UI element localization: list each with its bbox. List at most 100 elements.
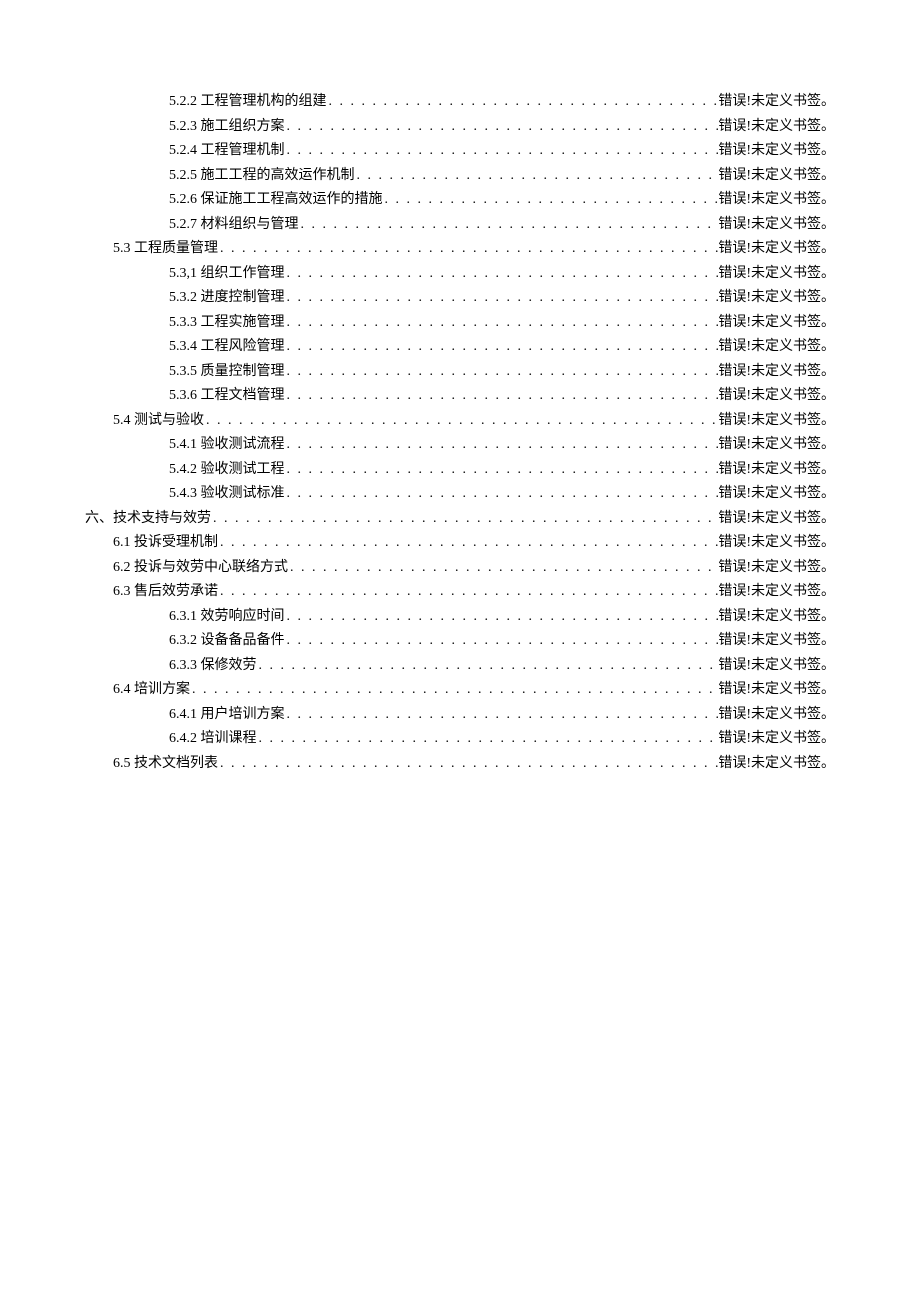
toc-entry-title: 6.2 投诉与效劳中心联络方式: [113, 556, 288, 581]
toc-entry: 6.4.1 用户培训方案 错误!未定义书签。: [85, 703, 835, 728]
toc-entry-title: 5.3.5 质量控制管理: [169, 360, 285, 385]
toc-entry-page: 错误!未定义书签。: [718, 139, 835, 164]
toc-entry: 5.4.2 验收测试工程 错误!未定义书签。: [85, 458, 835, 483]
toc-entry-page: 错误!未定义书签。: [718, 311, 835, 336]
toc-entry-title: 5.4.1 验收测试流程: [169, 433, 285, 458]
toc-leader-dots: [211, 507, 718, 532]
toc-entry-page: 错误!未定义书签。: [718, 654, 835, 679]
toc-entry: 5.4.1 验收测试流程 错误!未定义书签。: [85, 433, 835, 458]
toc-leader-dots: [327, 90, 719, 115]
toc-entry-title: 六、技术支持与效劳: [85, 507, 211, 532]
toc-leader-dots: [218, 237, 718, 262]
toc-entry-page: 错误!未定义书签。: [718, 629, 835, 654]
toc-entry-page: 错误!未定义书签。: [718, 605, 835, 630]
toc-entry-page: 错误!未定义书签。: [718, 90, 835, 115]
toc-entry-title: 5.2.4 工程管理机制: [169, 139, 285, 164]
toc-entry-title: 5.4 测试与验收: [113, 409, 204, 434]
toc-entry: 6.4.2 培训课程 错误!未定义书签。: [85, 727, 835, 752]
toc-entry-page: 错误!未定义书签。: [718, 262, 835, 287]
toc-entry-page: 错误!未定义书签。: [718, 678, 835, 703]
toc-leader-dots: [285, 360, 719, 385]
toc-leader-dots: [218, 580, 718, 605]
toc-entry-title: 6.5 技术文档列表: [113, 752, 218, 777]
toc-leader-dots: [383, 188, 719, 213]
toc-entry-page: 错误!未定义书签。: [718, 335, 835, 360]
toc-leader-dots: [285, 139, 719, 164]
toc-entry-title: 5.2.6 保证施工工程高效运作的措施: [169, 188, 383, 213]
toc-leader-dots: [285, 703, 719, 728]
toc-leader-dots: [218, 531, 718, 556]
toc-leader-dots: [204, 409, 718, 434]
toc-entry-title: 6.4.2 培训课程: [169, 727, 257, 752]
toc-entry-title: 5.4.3 验收测试标准: [169, 482, 285, 507]
toc-entry-page: 错误!未定义书签。: [718, 580, 835, 605]
toc-entry: 6.2 投诉与效劳中心联络方式 错误!未定义书签。: [85, 556, 835, 581]
toc-entry-title: 6.1 投诉受理机制: [113, 531, 218, 556]
toc-leader-dots: [285, 629, 719, 654]
toc-entry: 5.3.3 工程实施管理 错误!未定义书签。: [85, 311, 835, 336]
toc-entry-page: 错误!未定义书签。: [718, 164, 835, 189]
toc-entry-title: 5.2.7 材料组织与管理: [169, 213, 299, 238]
toc-entry: 6.3 售后效劳承诺错误!未定义书签。: [85, 580, 835, 605]
toc-entry: 6.3.3 保修效劳 错误!未定义书签。: [85, 654, 835, 679]
toc-entry-page: 错误!未定义书签。: [718, 507, 835, 532]
toc-entry-page: 错误!未定义书签。: [718, 433, 835, 458]
toc-entry-title: 5.3 工程质量管理: [113, 237, 218, 262]
toc-entry-title: 6.3.3 保修效劳: [169, 654, 257, 679]
toc-entry-title: 5.2.5 施工工程的高效运作机制: [169, 164, 355, 189]
toc-entry-page: 错误!未定义书签。: [718, 458, 835, 483]
toc-entry: 5.3.5 质量控制管理错误!未定义书签。: [85, 360, 835, 385]
toc-entry-title: 5.3.2 进度控制管理: [169, 286, 285, 311]
toc-entry: 6.3.1 效劳响应时间 错误!未定义书签。: [85, 605, 835, 630]
toc-leader-dots: [285, 262, 719, 287]
toc-leader-dots: [285, 311, 719, 336]
toc-leader-dots: [218, 752, 718, 777]
toc-entry-title: 5.3.4 工程风险管理: [169, 335, 285, 360]
toc-leader-dots: [285, 605, 719, 630]
toc-entry: 6.4 培训方案 错误!未定义书签。: [85, 678, 835, 703]
toc-entry-page: 错误!未定义书签。: [718, 727, 835, 752]
toc-entry: 六、技术支持与效劳 错误!未定义书签。: [85, 507, 835, 532]
table-of-contents: 5.2.2 工程管理机构的组建错误!未定义书签。5.2.3 施工组织方案错误!未…: [85, 90, 835, 776]
toc-entry: 5.2.6 保证施工工程高效运作的措施 错误!未定义书签。: [85, 188, 835, 213]
toc-entry-page: 错误!未定义书签。: [718, 188, 835, 213]
toc-leader-dots: [285, 384, 719, 409]
toc-leader-dots: [285, 335, 719, 360]
toc-entry-title: 6.3.2 设备备品备件: [169, 629, 285, 654]
toc-leader-dots: [285, 433, 719, 458]
toc-leader-dots: [257, 727, 719, 752]
toc-entry-page: 错误!未定义书签。: [718, 384, 835, 409]
toc-entry-title: 5.3.6 工程文档管理: [169, 384, 285, 409]
toc-entry: 5.2.3 施工组织方案错误!未定义书签。: [85, 115, 835, 140]
toc-entry-page: 错误!未定义书签。: [718, 703, 835, 728]
toc-leader-dots: [285, 482, 719, 507]
toc-entry-title: 6.3.1 效劳响应时间: [169, 605, 285, 630]
toc-entry-page: 错误!未定义书签。: [718, 556, 835, 581]
toc-leader-dots: [285, 458, 719, 483]
toc-entry: 5.2.7 材料组织与管理 错误!未定义书签。: [85, 213, 835, 238]
toc-entry: 5.2.5 施工工程的高效运作机制 错误!未定义书签。: [85, 164, 835, 189]
toc-entry-page: 错误!未定义书签。: [718, 752, 835, 777]
toc-leader-dots: [355, 164, 719, 189]
toc-entry-page: 错误!未定义书签。: [718, 531, 835, 556]
toc-leader-dots: [288, 556, 718, 581]
toc-entry: 5.4.3 验收测试标准 错误!未定义书签。: [85, 482, 835, 507]
toc-entry: 5.2.4 工程管理机制 错误!未定义书签。: [85, 139, 835, 164]
toc-entry-title: 6.4 培训方案: [113, 678, 190, 703]
toc-entry: 6.3.2 设备备品备件 错误!未定义书签。: [85, 629, 835, 654]
toc-entry: 5.3.2 进度控制管理 错误!未定义书签。: [85, 286, 835, 311]
toc-entry: 5.3 工程质量管理错误!未定义书签。: [85, 237, 835, 262]
toc-entry-title: 5.4.2 验收测试工程: [169, 458, 285, 483]
toc-entry: 5.3.6 工程文档管理 错误!未定义书签。: [85, 384, 835, 409]
toc-leader-dots: [285, 286, 719, 311]
toc-entry: 5.4 测试与验收错误!未定义书签。: [85, 409, 835, 434]
toc-entry-page: 错误!未定义书签。: [718, 286, 835, 311]
toc-entry-page: 错误!未定义书签。: [718, 482, 835, 507]
toc-entry-title: 5.3.3 工程实施管理: [169, 311, 285, 336]
toc-entry-title: 6.4.1 用户培训方案: [169, 703, 285, 728]
toc-entry-page: 错误!未定义书签。: [718, 213, 835, 238]
toc-leader-dots: [257, 654, 719, 679]
toc-entry: 5.3.4 工程风险管理 错误!未定义书签。: [85, 335, 835, 360]
toc-entry-title: 5.2.2 工程管理机构的组建: [169, 90, 327, 115]
toc-entry-title: 5.3,1 组织工作管理: [169, 262, 285, 287]
